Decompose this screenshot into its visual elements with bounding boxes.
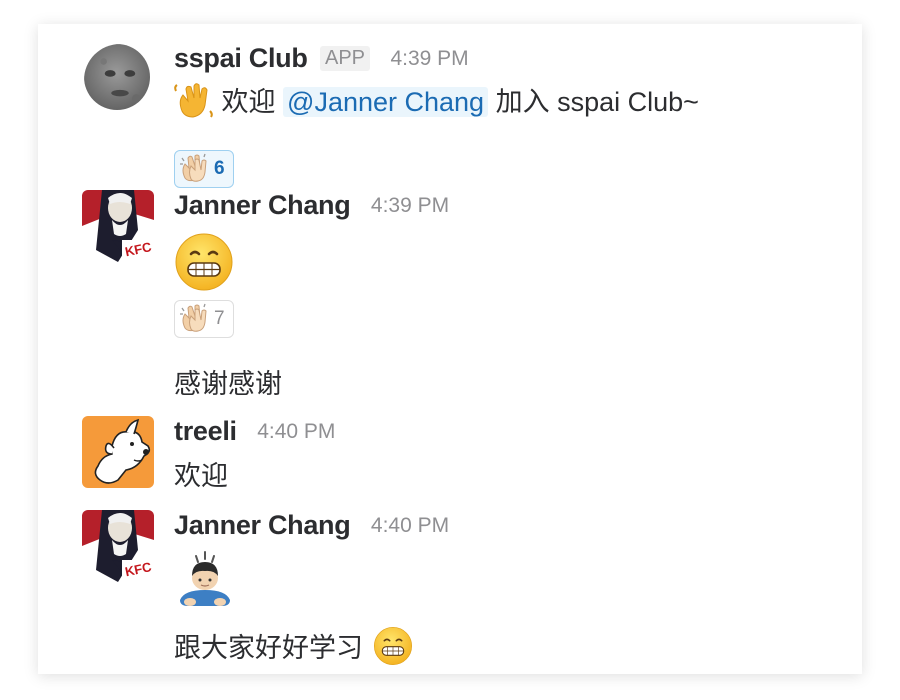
treeli-avatar[interactable] — [82, 416, 154, 488]
user-mention[interactable]: @Janner Chang — [283, 87, 489, 117]
sender-name[interactable]: treeli — [174, 416, 237, 446]
timestamp[interactable]: 4:40 PM — [371, 514, 449, 537]
timestamp[interactable]: 4:40 PM — [257, 420, 335, 443]
clapping-hands-icon — [179, 302, 211, 337]
grinning-face-icon — [373, 626, 413, 673]
app-badge: APP — [319, 46, 371, 71]
person-bowing-icon — [174, 550, 236, 619]
message-text: 欢迎 @Janner Chang 加入 sspai Club~ — [174, 80, 699, 126]
reaction-clap[interactable]: 6 — [174, 150, 234, 188]
reaction-count: 7 — [214, 308, 225, 329]
message-header: treeli 4:40 PM — [174, 416, 335, 450]
clapping-hands-icon — [179, 152, 211, 187]
message-text: 感谢感谢 — [174, 369, 282, 399]
message-text-before: 欢迎 — [221, 87, 276, 117]
sender-name[interactable]: Janner Chang — [174, 190, 351, 220]
reaction-clap[interactable]: 7 — [174, 300, 234, 338]
grinning-face-icon — [174, 232, 234, 299]
message-emoji — [174, 232, 234, 299]
janner-chang-avatar[interactable]: KFC — [82, 510, 154, 582]
sender-name[interactable]: Janner Chang — [174, 510, 351, 540]
reaction-count: 6 — [214, 158, 225, 179]
message-text-after: 加入 sspai Club~ — [495, 87, 699, 117]
waving-hand-icon — [174, 81, 214, 126]
timestamp[interactable]: 4:39 PM — [371, 194, 449, 217]
message-emoji — [174, 550, 236, 619]
message-header: sspai Club APP 4:39 PM — [174, 43, 469, 77]
message-header: Janner Chang 4:40 PM — [174, 510, 449, 544]
message-header: Janner Chang 4:39 PM — [174, 190, 449, 224]
message-pane: sspai Club APP 4:39 PM 欢迎 @Janner Chang … — [38, 24, 862, 674]
timestamp[interactable]: 4:39 PM — [390, 47, 468, 70]
message-text: 跟大家好好学习 — [174, 626, 413, 673]
message-text: 欢迎 — [174, 461, 228, 491]
message-text-content: 跟大家好好学习 — [174, 633, 363, 663]
sspai-club-avatar[interactable] — [84, 44, 150, 110]
janner-chang-avatar[interactable]: KFC — [82, 190, 154, 262]
sender-name[interactable]: sspai Club — [174, 43, 308, 73]
